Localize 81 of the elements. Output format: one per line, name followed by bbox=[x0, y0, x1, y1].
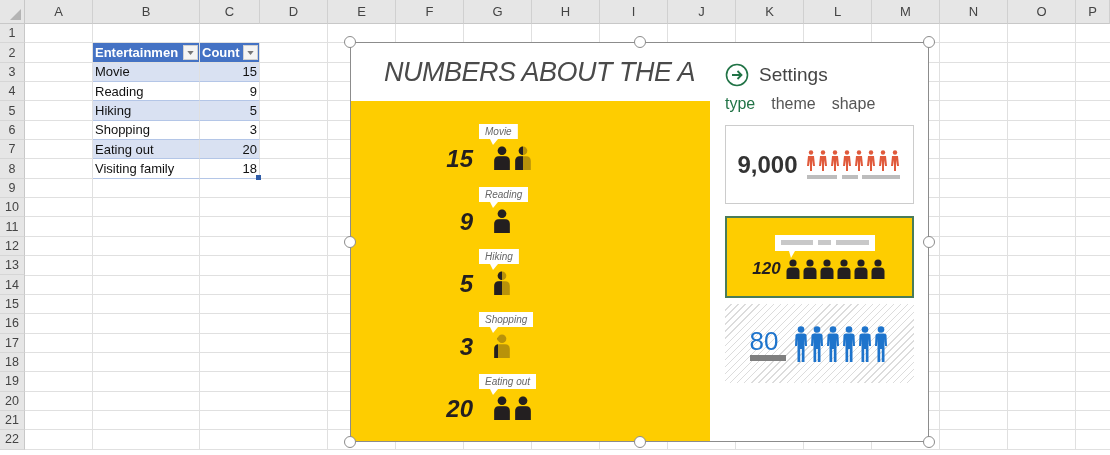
column-header[interactable]: H bbox=[532, 0, 600, 24]
value-text: 15 bbox=[445, 145, 473, 173]
person-icon bbox=[492, 271, 512, 295]
column-header[interactable]: D bbox=[260, 0, 328, 24]
column-header[interactable]: A bbox=[25, 0, 93, 24]
row-header[interactable]: 11 bbox=[0, 217, 25, 237]
resize-handle[interactable] bbox=[923, 436, 935, 448]
person-icon bbox=[492, 208, 512, 233]
column-header[interactable]: C bbox=[200, 0, 260, 24]
select-all-icon[interactable] bbox=[10, 9, 21, 20]
table-cell: 18 bbox=[200, 159, 260, 179]
column-header[interactable]: B bbox=[93, 0, 200, 24]
value-text: 5 bbox=[458, 270, 473, 298]
row-header[interactable]: 8 bbox=[0, 159, 25, 179]
filter-button[interactable] bbox=[183, 45, 198, 60]
tab[interactable]: type bbox=[725, 95, 756, 113]
table-header-cell[interactable]: Count bbox=[200, 43, 260, 63]
resize-handle[interactable] bbox=[923, 36, 935, 48]
row-header[interactable]: 16 bbox=[0, 314, 25, 334]
callout-label: Eating out bbox=[479, 374, 537, 395]
resize-handle[interactable] bbox=[344, 236, 356, 248]
column-header[interactable]: G bbox=[464, 0, 532, 24]
person-icon bbox=[492, 333, 512, 358]
row-header[interactable]: 14 bbox=[0, 275, 25, 295]
caret-icon bbox=[187, 50, 194, 55]
table-cell: Eating out bbox=[93, 140, 200, 160]
style-option-card[interactable]: 120 bbox=[725, 216, 914, 298]
callout-label: Shopping bbox=[479, 311, 534, 333]
row-header[interactable]: 2 bbox=[0, 43, 25, 63]
value-text: 9 bbox=[458, 207, 473, 236]
row-header[interactable]: 1 bbox=[0, 24, 25, 44]
resize-handle[interactable] bbox=[344, 436, 356, 448]
fill-handle[interactable] bbox=[256, 174, 261, 180]
person-icon bbox=[492, 146, 512, 170]
pane-title: Settings bbox=[759, 64, 828, 86]
sample-number: 80 bbox=[749, 326, 779, 355]
value-text: 3 bbox=[458, 332, 473, 361]
column-header[interactable]: K bbox=[736, 0, 804, 24]
filter-button[interactable] bbox=[243, 45, 258, 60]
table-cell: Movie bbox=[93, 62, 200, 83]
column-header[interactable]: O bbox=[1008, 0, 1076, 24]
row-header[interactable]: 5 bbox=[0, 101, 25, 121]
sample-number: 9,000 bbox=[737, 150, 798, 179]
row-header[interactable]: 13 bbox=[0, 256, 25, 276]
row-header[interactable]: 7 bbox=[0, 140, 25, 160]
column-header[interactable]: J bbox=[668, 0, 736, 24]
column-header[interactable]: L bbox=[804, 0, 872, 24]
column-header[interactable]: M bbox=[872, 0, 940, 24]
callout-label: Hiking bbox=[479, 249, 519, 270]
callout-label: Reading bbox=[479, 186, 529, 208]
style-option-card[interactable]: 9,000 bbox=[725, 125, 914, 204]
style-option-card[interactable]: 80 bbox=[725, 304, 914, 383]
infographic-title: NUMBERS ABOUT THE A bbox=[384, 56, 696, 88]
table-cell: Visiting family bbox=[93, 159, 200, 179]
callout-label: Movie bbox=[479, 124, 518, 145]
table-cell: 5 bbox=[200, 101, 260, 121]
table-cell: Hiking bbox=[93, 101, 200, 121]
tab[interactable]: shape bbox=[831, 95, 876, 113]
person-icon bbox=[513, 146, 533, 170]
resize-handle[interactable] bbox=[344, 36, 356, 48]
column-header[interactable]: E bbox=[328, 0, 396, 24]
tab[interactable]: theme bbox=[771, 95, 816, 113]
column-header[interactable]: I bbox=[600, 0, 668, 24]
bar-drawing bbox=[749, 354, 786, 361]
row-header[interactable]: 10 bbox=[0, 198, 25, 218]
value-text: 20 bbox=[445, 395, 473, 423]
arrow-circle-icon[interactable] bbox=[725, 63, 749, 87]
column-header[interactable]: F bbox=[396, 0, 464, 24]
infographic-frame[interactable]: NUMBERS ABOUT THE A Movie 15 Reading 9 Hiking 5 Shopping 3 Eating out 20 Settings type theme shape 9,000 120 80 bbox=[350, 42, 929, 442]
row-header[interactable]: 4 bbox=[0, 82, 25, 102]
table-cell: 20 bbox=[200, 140, 260, 160]
caret-icon bbox=[247, 50, 254, 55]
person-icon bbox=[513, 396, 533, 420]
row-header[interactable]: 22 bbox=[0, 430, 25, 450]
column-header[interactable]: N bbox=[940, 0, 1008, 24]
table-header-cell[interactable]: Entertainmen bbox=[93, 43, 200, 63]
sample-number: 120 bbox=[752, 259, 781, 279]
person-icon bbox=[492, 396, 512, 420]
row-header[interactable]: 19 bbox=[0, 372, 25, 392]
column-header[interactable]: P bbox=[1076, 0, 1110, 24]
table-cell: 15 bbox=[200, 62, 260, 83]
